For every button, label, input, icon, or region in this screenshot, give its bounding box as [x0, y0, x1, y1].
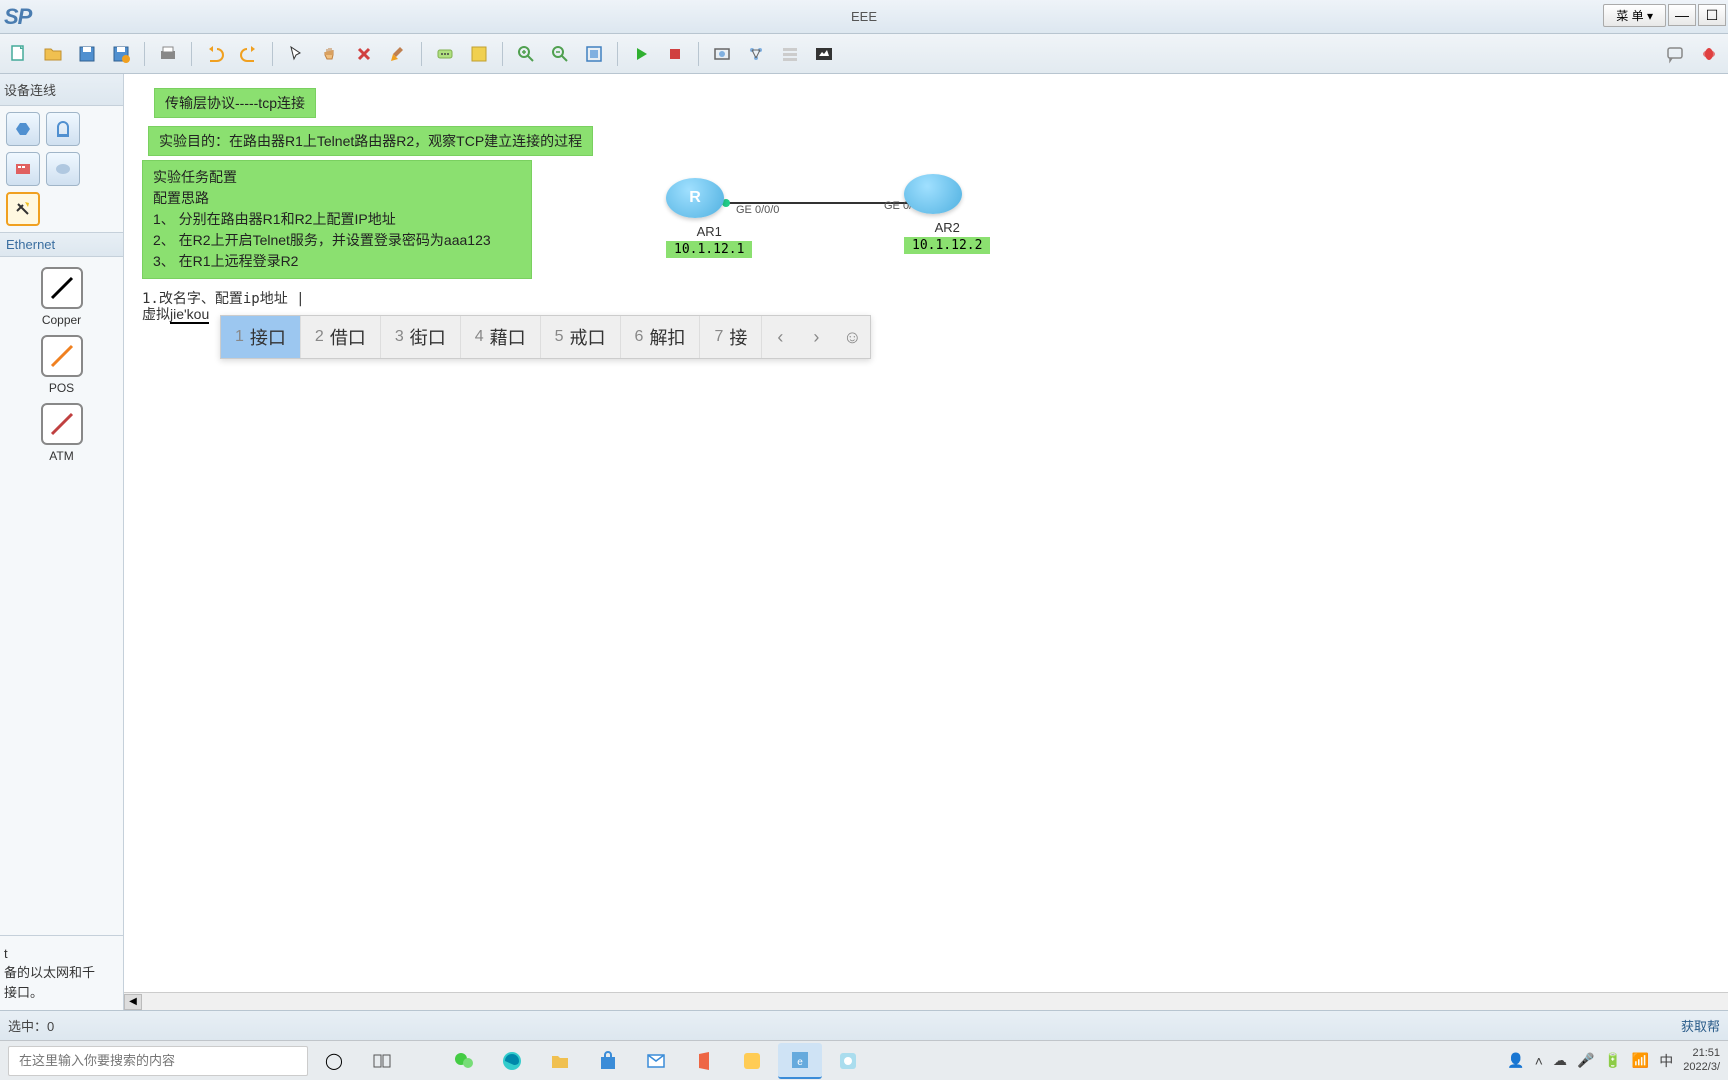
- chevron-up-icon[interactable]: ˄: [1535, 1053, 1543, 1069]
- svg-text:e: e: [797, 1057, 803, 1068]
- router-icon: R: [666, 178, 724, 218]
- horizontal-scrollbar[interactable]: ◀: [124, 992, 1728, 1010]
- router-name: AR1: [666, 224, 752, 239]
- wechat-icon[interactable]: [442, 1043, 486, 1079]
- note-tasks[interactable]: 实验任务配置 配置思路 1、 分别在路由器R1和R2上配置IP地址 2、 在R2…: [142, 160, 532, 279]
- play-icon[interactable]: [628, 41, 654, 67]
- ime-prev-icon[interactable]: ‹: [762, 327, 798, 348]
- sidebar-header: 设备连线: [0, 74, 123, 106]
- list-icon[interactable]: [777, 41, 803, 67]
- delete-icon[interactable]: [351, 41, 377, 67]
- router-ip: 10.1.12.1: [666, 241, 752, 258]
- device-type-3[interactable]: [6, 152, 40, 186]
- edge-icon[interactable]: [490, 1043, 534, 1079]
- minimize-button[interactable]: —: [1668, 4, 1696, 26]
- screenshot-icon[interactable]: [811, 41, 837, 67]
- mail-icon[interactable]: [634, 1043, 678, 1079]
- device-type-5-selected[interactable]: [6, 192, 40, 226]
- window-title: EEE: [851, 9, 877, 24]
- router-ar2[interactable]: AR2 10.1.12.2: [904, 174, 990, 254]
- status-selection: 选中：0: [8, 1016, 54, 1035]
- menu-button[interactable]: 菜 单 ▾: [1603, 4, 1666, 27]
- connection-copper[interactable]: Copper: [41, 267, 83, 327]
- ime-emoji-icon[interactable]: ☺: [834, 327, 870, 348]
- media-icon[interactable]: [826, 1043, 870, 1079]
- new-icon[interactable]: [6, 41, 32, 67]
- toolbar: [0, 34, 1728, 74]
- ime-candidate-2[interactable]: 2借口: [301, 316, 381, 358]
- router-ar1[interactable]: R AR1 10.1.12.1: [666, 178, 752, 258]
- battery-icon[interactable]: 🔋: [1604, 1052, 1621, 1069]
- wifi-icon[interactable]: 📶: [1632, 1052, 1649, 1069]
- stop-icon[interactable]: [662, 41, 688, 67]
- print-icon[interactable]: [155, 41, 181, 67]
- scroll-left-icon[interactable]: ◀: [124, 994, 142, 1010]
- ime-candidate-7[interactable]: 7接: [700, 316, 762, 358]
- device-type-4[interactable]: [46, 152, 80, 186]
- mic-icon[interactable]: 🎤: [1577, 1052, 1594, 1069]
- app-icon[interactable]: [730, 1043, 774, 1079]
- connection-atm[interactable]: ATM: [41, 403, 83, 463]
- ime-lang-icon[interactable]: 中: [1659, 1051, 1673, 1071]
- explorer-icon[interactable]: [538, 1043, 582, 1079]
- undo-icon[interactable]: [202, 41, 228, 67]
- broom-icon[interactable]: [385, 41, 411, 67]
- ime-candidate-5[interactable]: 5戒口: [541, 316, 621, 358]
- cloud-icon[interactable]: ☁: [1553, 1052, 1567, 1069]
- app-logo: SP: [0, 4, 31, 30]
- pan-icon[interactable]: [317, 41, 343, 67]
- device-type-1[interactable]: [6, 112, 40, 146]
- store-icon[interactable]: [586, 1043, 630, 1079]
- sidebar-category-ethernet[interactable]: Ethernet: [0, 232, 123, 257]
- ime-candidate-6[interactable]: 6解扣: [621, 316, 701, 358]
- people-icon[interactable]: 👤: [1507, 1052, 1524, 1069]
- ime-candidate-bar: 1接口 2借口 3街口 4藉口 5戒口 6解扣 7接 ‹ › ☺: [220, 315, 871, 359]
- ime-candidate-1[interactable]: 1接口: [221, 316, 301, 358]
- connection-pos[interactable]: POS: [41, 335, 83, 395]
- huawei-logo-icon[interactable]: [1696, 41, 1722, 67]
- note-goal[interactable]: 实验目的：在路由器R1上Telnet路由器R2，观察TCP建立连接的过程: [148, 126, 593, 156]
- sidebar-description: t 备的以太网和千 接口。: [0, 935, 123, 1011]
- pointer-icon[interactable]: [283, 41, 309, 67]
- save-icon[interactable]: [74, 41, 100, 67]
- note-protocol[interactable]: 传输层协议-----tcp连接: [154, 88, 316, 118]
- redo-icon[interactable]: [236, 41, 262, 67]
- ensp-app-icon[interactable]: e: [778, 1043, 822, 1079]
- router-icon: [904, 174, 962, 214]
- cortana-icon[interactable]: ◯: [312, 1043, 356, 1079]
- palette-icon[interactable]: [466, 41, 492, 67]
- zoom-out-icon[interactable]: [547, 41, 573, 67]
- ime-candidate-3[interactable]: 3街口: [381, 316, 461, 358]
- device-sidebar: 设备连线 Ethernet Copper POS ATM t: [0, 74, 124, 1010]
- router-ip: 10.1.12.2: [904, 237, 990, 254]
- maximize-button[interactable]: ☐: [1698, 4, 1726, 26]
- task-view-icon[interactable]: [360, 1043, 404, 1079]
- status-bar: 选中：0 获取帮: [0, 1010, 1728, 1040]
- office-icon[interactable]: [682, 1043, 726, 1079]
- windows-taskbar: ◯ e 👤 ˄ ☁ 🎤 🔋 📶 中 21:51 2022/3/: [0, 1040, 1728, 1080]
- taskbar-clock[interactable]: 21:51 2022/3/: [1683, 1047, 1720, 1073]
- save-as-icon[interactable]: [108, 41, 134, 67]
- text-ime-input: 虚拟jie'kou: [142, 304, 209, 324]
- status-help-link[interactable]: 获取帮: [1681, 1016, 1720, 1035]
- topology-icon[interactable]: [743, 41, 769, 67]
- router-name: AR2: [904, 220, 990, 235]
- message-icon[interactable]: [1662, 41, 1688, 67]
- open-icon[interactable]: [40, 41, 66, 67]
- ime-candidate-4[interactable]: 4藉口: [461, 316, 541, 358]
- title-bar: SP EEE 菜 单 ▾ — ☐: [0, 0, 1728, 34]
- ime-next-icon[interactable]: ›: [798, 327, 834, 348]
- device-type-2[interactable]: [46, 112, 80, 146]
- topology-canvas[interactable]: 传输层协议-----tcp连接 实验目的：在路由器R1上Telnet路由器R2，…: [124, 74, 1728, 992]
- text-icon[interactable]: [432, 41, 458, 67]
- zoom-in-icon[interactable]: [513, 41, 539, 67]
- fit-icon[interactable]: [581, 41, 607, 67]
- capture-icon[interactable]: [709, 41, 735, 67]
- search-input[interactable]: [8, 1046, 308, 1076]
